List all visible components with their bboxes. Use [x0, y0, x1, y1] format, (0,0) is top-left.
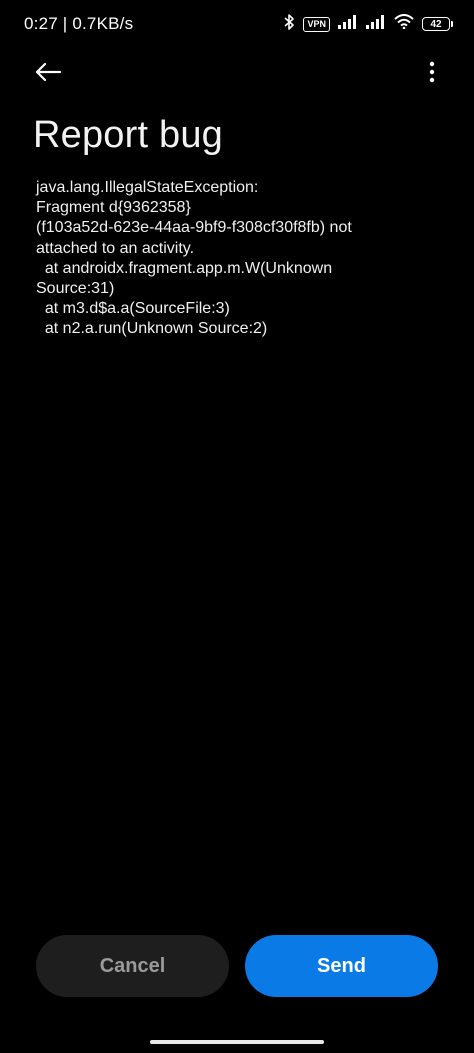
- bluetooth-icon: [283, 13, 295, 36]
- home-indicator[interactable]: [150, 1040, 324, 1044]
- battery-level: 42: [430, 18, 442, 30]
- cancel-button[interactable]: Cancel: [36, 935, 229, 997]
- arrow-left-icon: [35, 62, 62, 82]
- vpn-badge: VPN: [303, 16, 330, 32]
- send-button[interactable]: Send: [245, 935, 438, 997]
- back-button[interactable]: [30, 54, 66, 90]
- status-icons: VPN 42: [283, 12, 453, 36]
- battery-icon: 42: [422, 17, 453, 31]
- more-options-button[interactable]: [420, 54, 444, 90]
- wifi-icon: [394, 14, 414, 34]
- signal-icon: [338, 14, 358, 34]
- signal-icon: [366, 14, 386, 34]
- top-app-bar: [0, 48, 474, 96]
- more-vertical-icon: [429, 61, 435, 83]
- status-time-speed: 0:27 | 0.7KB/s: [24, 14, 134, 33]
- page-title: Report bug: [33, 114, 224, 156]
- error-trace-text: java.lang.IllegalStateException: Fragmen…: [36, 179, 352, 338]
- status-bar: 0:27 | 0.7KB/s VPN 42: [0, 0, 474, 48]
